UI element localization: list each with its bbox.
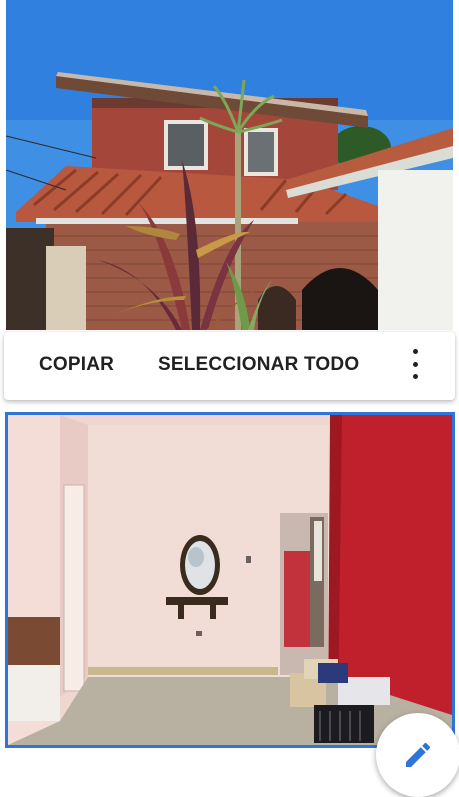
exterior-photo[interactable] (6, 0, 453, 330)
house-exterior-image (6, 0, 453, 330)
copy-button[interactable]: COPIAR (39, 354, 114, 376)
more-dot (412, 374, 418, 379)
more-dot (412, 349, 418, 354)
pencil-edit-icon (406, 742, 431, 767)
text-selection-toolbar: COPIAR SELECCIONAR TODO (4, 332, 455, 400)
more-vert-icon[interactable] (404, 349, 426, 379)
select-all-button[interactable]: SELECCIONAR TODO (158, 354, 359, 376)
interior-room-image (8, 415, 452, 745)
edit-button[interactable] (376, 713, 459, 797)
interior-photo[interactable] (5, 412, 455, 748)
more-dot (412, 361, 418, 367)
